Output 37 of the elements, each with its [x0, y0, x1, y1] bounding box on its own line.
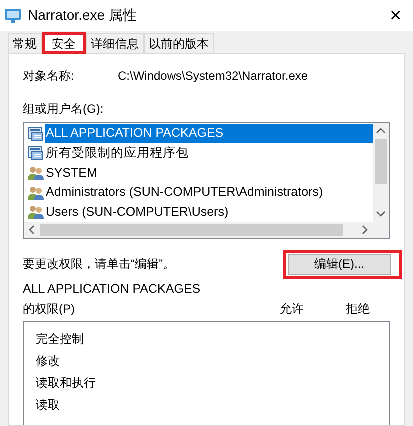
scroll-thumb[interactable] — [40, 224, 343, 236]
package-icon — [28, 126, 44, 141]
package-icon — [28, 146, 44, 160]
group-item[interactable]: 所有受限制的应用程序包 — [28, 144, 373, 164]
users-icon — [28, 186, 44, 200]
permission-name: 修改 — [36, 352, 60, 370]
scroll-right-icon — [361, 225, 369, 235]
scroll-down-icon — [376, 210, 386, 218]
column-header: 拒绝 — [346, 300, 370, 318]
scroll-up-icon — [376, 127, 386, 135]
edit-note: 要更改权限，请单击“编辑”。 — [23, 256, 175, 273]
column-header: 允许 — [280, 300, 304, 318]
app-icon — [4, 8, 22, 24]
scroll-left-icon — [28, 225, 36, 235]
tab[interactable]: 常规 — [8, 33, 42, 53]
tab[interactable]: 详细信息 — [86, 33, 144, 53]
users-icon — [28, 166, 44, 180]
object-name-value: C:\Windows\System32\Narrator.exe — [118, 68, 308, 85]
group-item[interactable]: Administrators (SUN-COMPUTER\Administrators) — [28, 182, 373, 202]
permissions-label: 的权限(P) — [23, 300, 75, 318]
vertical-scrollbar[interactable] — [373, 123, 389, 222]
object-name-label: 对象名称: — [23, 68, 76, 85]
tab[interactable]: 安全 — [42, 32, 86, 54]
permission-name: 读取和执行 — [36, 374, 96, 392]
group-item[interactable]: Users (SUN-COMPUTER\Users) — [28, 202, 373, 222]
close-button[interactable]: × — [383, 2, 409, 28]
horizontal-scrollbar[interactable] — [24, 222, 389, 238]
users-icon — [28, 205, 44, 220]
permission-name: 完全控制 — [36, 330, 84, 348]
permission-name: 读取 — [36, 396, 60, 414]
edit-button[interactable]: 编辑(E)... — [283, 250, 402, 278]
group-item[interactable]: SYSTEM — [28, 163, 373, 183]
permissions-subject: ALL APPLICATION PACKAGES — [23, 281, 201, 298]
groups-label: 组或用户名(G): — [23, 101, 104, 118]
window-title: Narrator.exe 属性 — [28, 6, 137, 25]
tab[interactable]: 以前的版本 — [144, 33, 214, 53]
scroll-thumb[interactable] — [375, 139, 387, 184]
